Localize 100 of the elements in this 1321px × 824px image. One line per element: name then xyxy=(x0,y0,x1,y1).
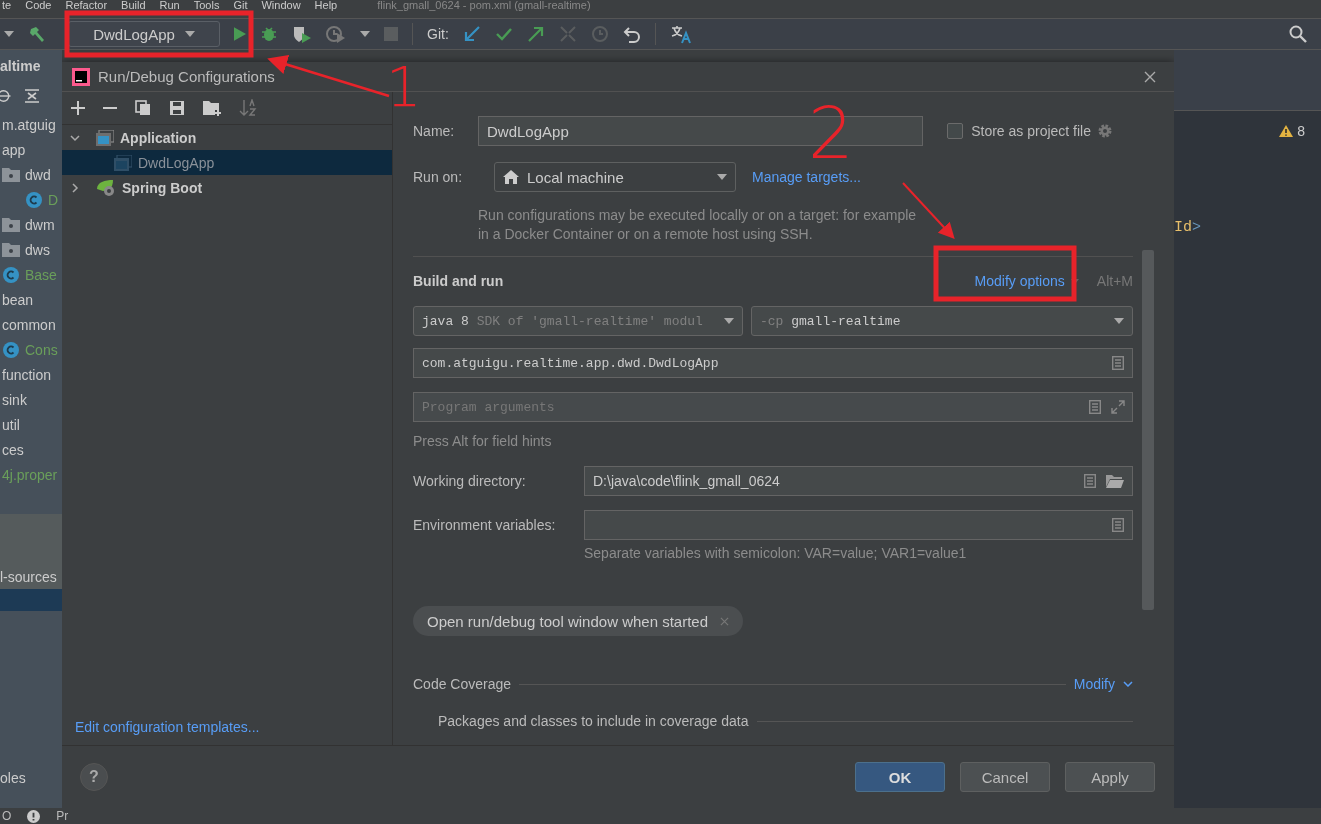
caret-icon[interactable] xyxy=(184,31,195,37)
window-icon xyxy=(114,154,132,171)
project-item[interactable]: sink xyxy=(2,391,27,408)
run-icon[interactable] xyxy=(234,26,246,42)
document-icon[interactable] xyxy=(1112,356,1124,370)
menu-item[interactable]: Run xyxy=(159,0,180,11)
field-label: Working directory: xyxy=(413,473,527,489)
project-item[interactable]: function xyxy=(2,366,52,383)
help-button[interactable]: ? xyxy=(80,763,108,791)
main-class-field[interactable]: com.atguigu.realtime.app.dwd.DwdLogApp xyxy=(413,348,1133,378)
caret-icon[interactable] xyxy=(717,174,727,180)
field-label: Name: xyxy=(413,123,456,139)
coverage-icon[interactable] xyxy=(292,25,312,43)
run-configuration-dropdown[interactable]: DwdLogApp xyxy=(68,21,220,47)
chevron-icon[interactable] xyxy=(1123,681,1133,687)
modify-link[interactable]: Modify xyxy=(1073,676,1115,692)
project-item[interactable]: ces xyxy=(2,441,24,458)
option-chip[interactable]: Open run/debug tool window when started xyxy=(413,606,743,636)
annotation-label: 1 xyxy=(386,54,422,119)
menu-item[interactable]: Help xyxy=(314,0,338,11)
project-item[interactable]: dwd xyxy=(25,166,51,183)
caret-icon[interactable] xyxy=(4,31,14,37)
classpath-dropdown[interactable]: -cp gmall-realtime xyxy=(751,306,1133,336)
section-title: Build and run xyxy=(413,273,504,289)
hint-text: Separate variables with semicolon: VAR=value; VAR1=value1 xyxy=(584,544,968,562)
arrow-up-right-icon[interactable] xyxy=(526,25,545,43)
environment-variables-field[interactable] xyxy=(584,510,1133,540)
tree-item[interactable]: DwdLogApp xyxy=(62,150,392,175)
warning-icon[interactable] xyxy=(1279,125,1294,137)
caret-icon[interactable] xyxy=(1114,318,1124,324)
locate-icon[interactable] xyxy=(0,88,14,104)
expand-icon[interactable] xyxy=(1111,400,1125,414)
project-item[interactable]: util xyxy=(2,416,20,433)
window-title: flink_gmall_0624 - pom.xml (gmall-realtime) xyxy=(377,0,591,11)
folder-add-icon[interactable] xyxy=(203,100,221,116)
collapse-icon[interactable] xyxy=(24,88,40,104)
dialog-button[interactable]: Cancel xyxy=(960,762,1050,792)
tree-item[interactable]: Spring Boot xyxy=(62,175,392,200)
arrow-down-left-icon[interactable] xyxy=(462,25,481,43)
project-item[interactable]: l-sources xyxy=(0,569,57,585)
menu-item[interactable]: Window xyxy=(261,0,301,11)
window-icon xyxy=(96,129,114,146)
caret-icon[interactable] xyxy=(360,31,370,37)
jdk-dropdown[interactable]: java 8 SDK of 'gmall-realtime' modul xyxy=(413,306,743,336)
folder-icon[interactable] xyxy=(1106,474,1124,488)
undo-icon[interactable] xyxy=(622,25,641,43)
menu-item[interactable]: Code xyxy=(25,0,52,11)
chevron-icon[interactable] xyxy=(70,132,80,143)
warning-count[interactable]: 8 xyxy=(1297,123,1305,139)
class-icon xyxy=(2,340,20,359)
exclamation-icon[interactable] xyxy=(27,809,41,823)
checkbox-label[interactable]: Store as project file xyxy=(971,123,1091,139)
project-item[interactable]: D xyxy=(48,191,59,208)
run-on-dropdown[interactable]: Local machine xyxy=(494,162,736,192)
hammer-icon[interactable] xyxy=(28,25,46,43)
menu-item[interactable]: Refactor xyxy=(65,0,108,11)
code-text: Id> xyxy=(1174,219,1203,236)
project-item[interactable]: oles xyxy=(0,770,62,786)
modify-options-link[interactable]: Modify options xyxy=(974,273,1065,289)
working-directory-field[interactable]: D:\java\code\flink_gmall_0624 xyxy=(584,466,1133,496)
status-item[interactable]: Pr xyxy=(56,809,69,823)
project-item[interactable]: bean xyxy=(2,291,34,308)
dialog-button[interactable]: OK xyxy=(855,762,945,792)
caret-icon[interactable] xyxy=(724,318,734,324)
checkbox[interactable] xyxy=(947,123,964,139)
sort-icon[interactable] xyxy=(239,99,257,117)
project-item[interactable]: dws xyxy=(25,241,50,258)
folder-icon xyxy=(2,217,20,232)
profile-icon[interactable] xyxy=(326,25,346,43)
tree-item[interactable]: Application xyxy=(62,125,392,150)
project-item[interactable]: m.atguig xyxy=(2,116,56,133)
shortcut-text: Alt+M xyxy=(1096,273,1133,289)
save-icon[interactable] xyxy=(169,100,185,116)
leaf-gear-icon xyxy=(96,178,116,197)
document-icon[interactable] xyxy=(1089,400,1101,414)
edit-templates-link[interactable]: Edit configuration templates... xyxy=(75,719,392,735)
project-item[interactable]: common xyxy=(2,316,56,333)
document-icon[interactable] xyxy=(1112,518,1124,532)
add-icon[interactable] xyxy=(71,101,85,115)
dialog-button[interactable]: Apply xyxy=(1065,762,1155,792)
scrollbar-thumb[interactable] xyxy=(1142,250,1154,610)
status-item[interactable]: O xyxy=(2,809,12,823)
close-icon[interactable] xyxy=(1144,70,1156,83)
subsection-title: Packages and classes to include in coverage data xyxy=(438,713,749,729)
document-icon[interactable] xyxy=(1084,474,1096,488)
app-logo-icon xyxy=(72,67,90,86)
chevron-icon[interactable] xyxy=(70,182,80,193)
menu-item[interactable]: Tools xyxy=(193,0,220,11)
project-item[interactable]: app xyxy=(2,141,26,158)
project-item[interactable]: dwm xyxy=(25,216,55,233)
field-label: Environment variables: xyxy=(413,517,557,533)
translate-icon[interactable] xyxy=(669,24,692,44)
menu-item[interactable]: te xyxy=(2,0,12,11)
menu-item[interactable]: Git xyxy=(233,0,248,11)
gear-icon[interactable] xyxy=(1097,123,1113,139)
search-icon[interactable] xyxy=(1289,25,1307,43)
copy-icon[interactable] xyxy=(135,100,151,116)
menu-item[interactable]: Build xyxy=(121,0,146,11)
breadcrumb[interactable]: altime xyxy=(0,50,62,80)
bug-icon[interactable] xyxy=(260,25,278,43)
